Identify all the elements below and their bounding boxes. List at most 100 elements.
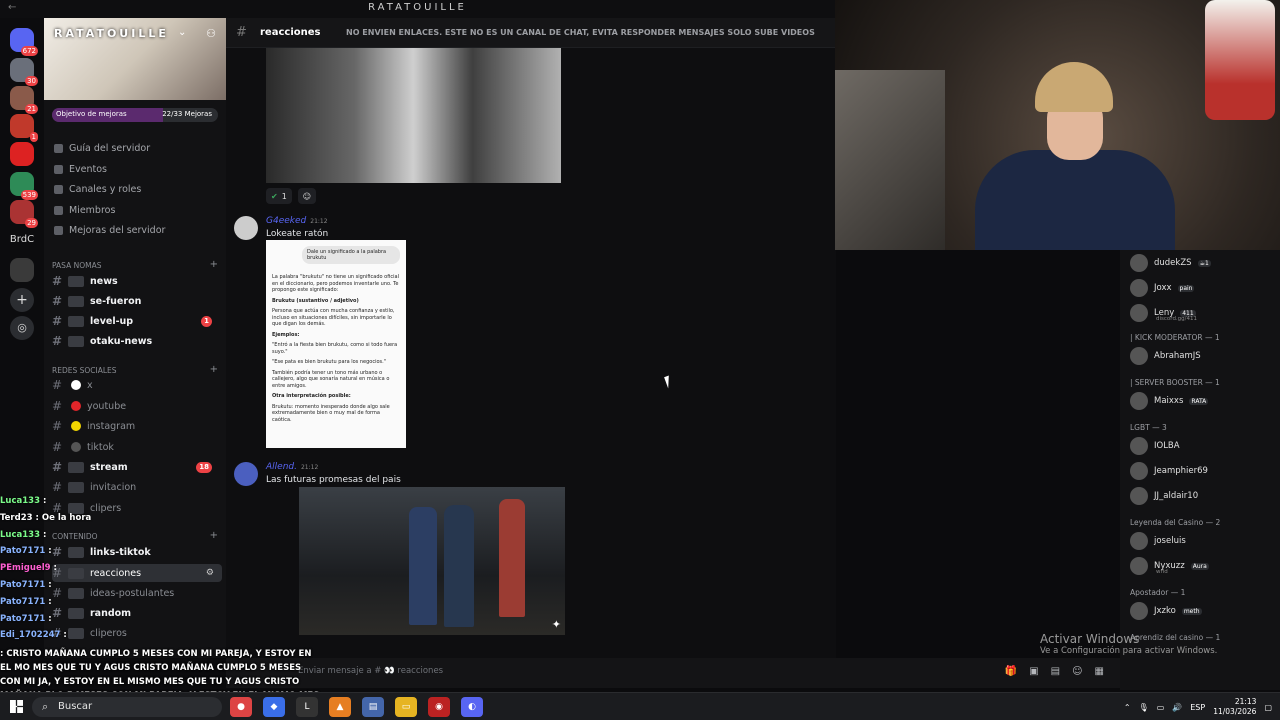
channel-label: news [90,275,118,287]
member-item[interactable]: Joxx pain [1130,277,1195,299]
sparkle-icon[interactable]: ✦ [552,618,561,631]
server-text-icon[interactable]: BrdC [6,234,38,245]
chat-username: Pato7171 [0,613,46,624]
chevron-up-icon[interactable]: ⌃ [1124,703,1131,712]
chat-separator: : [40,496,47,506]
gif-icon[interactable]: ▣ [1029,666,1038,677]
server-icon[interactable]: 29 [10,200,38,228]
category-redes-sociales[interactable]: REDES SOCIALES + [52,364,222,375]
hash-icon: # [52,294,63,308]
member-item[interactable]: Maixxs RATA [1130,390,1209,412]
hash-icon: # [52,334,63,348]
copilot-icon[interactable]: ◆ [263,697,285,717]
menu-members[interactable]: Miembros [54,205,115,216]
channel-stream[interactable]: # stream 18 [52,458,222,476]
server-icon[interactable]: 30 [10,58,38,86]
doc-text: "Ese pata es bien brukutu para los negoc… [272,359,387,365]
add-server-icon[interactable]: + [10,288,34,312]
member-item[interactable]: Nyxuzz Aura wrld [1130,555,1209,577]
document-icon[interactable]: ▤ [362,697,384,717]
checkmark-icon: ✔ [271,191,278,201]
member-item[interactable]: dudekZS ☕1 [1130,252,1211,274]
brave-icon[interactable]: ▲ [329,697,351,717]
avatar[interactable] [234,216,258,240]
message-image-document[interactable]: Dale un significado a la palabra brukutu… [266,240,406,448]
clock[interactable]: 21:13 11/03/2026 [1213,697,1256,717]
gift-icon[interactable]: 🎁 [1005,666,1017,677]
server-icon[interactable] [10,258,34,282]
chat-username: Luca133 [0,529,40,540]
message-image[interactable] [266,48,561,183]
message-time: 21:12 [310,218,328,225]
member-group-header: LGBT — 3 [1130,423,1167,432]
hash-icon: # [52,314,63,328]
channel-news[interactable]: # news [52,272,222,290]
guild-badge: 539 [20,190,38,200]
windows-start-icon[interactable] [10,700,23,713]
live-icon[interactable]: L [296,697,318,717]
member-item[interactable]: JJ_aldair10 [1130,485,1198,507]
chrome-icon[interactable]: ● [230,697,252,717]
server-icon[interactable] [10,142,34,166]
stream-chat-line: Pato7171 : [0,597,320,614]
boost-progress-bar[interactable]: Objetivo de mejoras 22/33 Mejoras [52,108,218,122]
channel-youtube[interactable]: # youtube [52,397,222,415]
server-icon[interactable]: 539 [10,172,38,200]
add-channel-icon[interactable]: + [210,364,218,375]
channel-instagram[interactable]: # instagram [52,417,222,435]
language-indicator[interactable]: ESP [1190,703,1205,712]
member-name: IOLBA [1154,441,1180,451]
channel-invitacion[interactable]: # invitacion [52,478,222,496]
channel-level-up[interactable]: # level-up 1 [52,312,222,330]
taskbar-search[interactable]: ⌕ Buscar [32,697,222,717]
channel-tiktok[interactable]: # tiktok [52,438,222,456]
channel-x[interactable]: # x [52,376,222,394]
webcam-jersey [1205,0,1275,120]
avatar[interactable] [234,462,258,486]
apps-icon[interactable]: ▦ [1095,666,1104,677]
member-item[interactable]: AbrahamJS [1130,345,1201,367]
sticker-icon[interactable]: ▤ [1051,666,1060,677]
channel-topic[interactable]: NO ENVIEN ENLACES. ESTE NO ES UN CANAL D… [346,28,815,37]
menu-events[interactable]: Eventos [54,164,107,175]
reaction-checkmark[interactable]: ✔ 1 [266,188,292,204]
unread-badge: 1 [201,315,212,327]
channel-otaku-news[interactable]: # otaku-news [52,332,222,350]
member-item[interactable]: joseluis [1130,530,1186,552]
add-reaction-button[interactable]: ☺ [297,188,317,204]
volume-icon[interactable]: 🔊 [1172,703,1182,712]
direct-messages-icon[interactable]: 672 [10,28,38,56]
member-item[interactable]: Jeamphier69 [1130,460,1208,482]
message-composer[interactable]: Enviar mensaje a # 👀 reacciones 🎁 ▣ ▤ ☺ … [226,658,1120,688]
server-icon[interactable]: 1 [10,114,38,142]
menu-channels-roles[interactable]: Canales y roles [54,184,141,195]
discord-icon[interactable]: ◐ [461,697,483,717]
member-list[interactable]: dudekZS ☕1 Joxx pain Leny 411 discord.gg/411 | … [1120,250,1280,690]
server-icon[interactable]: 21 [10,86,38,114]
channel-se-fueron[interactable]: # se-fueron [52,292,222,310]
microphone-icon[interactable]: 🎙 [1139,703,1149,712]
invite-icon[interactable]: ⚇ [206,27,216,40]
emoji-icon[interactable]: ☺ [1072,666,1082,677]
folder-icon[interactable]: ▭ [395,697,417,717]
member-item[interactable]: Leny 411 discord.gg/411 [1130,302,1197,324]
message-video[interactable]: ✦ [299,487,565,635]
network-icon[interactable]: ▭ [1157,703,1165,712]
add-channel-icon[interactable]: + [210,259,218,270]
message-author[interactable]: G4eeked 21:12 [266,216,328,226]
menu-server-guide[interactable]: Guía del servidor [54,143,150,154]
chevron-down-icon[interactable]: ⌄ [178,27,186,38]
member-tag: meth [1181,607,1202,615]
category-pasa-nomas[interactable]: PASA NOMAS + [52,259,222,270]
message-author[interactable]: Allend. 21:12 [266,462,318,472]
notification-icon[interactable]: ▢ [1264,703,1272,712]
channel-name: reacciones [260,27,321,38]
server-banner[interactable]: RATATOUILLE ⌄ ⚇ [44,18,226,100]
guild-badge: 30 [25,76,38,86]
obs-icon[interactable]: ◉ [428,697,450,717]
menu-server-boosts[interactable]: Mejoras del servidor [54,225,165,236]
discover-icon[interactable]: ◎ [10,316,34,340]
member-item[interactable]: Jxzko meth [1130,600,1202,622]
channel-label: instagram [87,420,136,432]
member-item[interactable]: IOLBA [1130,435,1180,457]
